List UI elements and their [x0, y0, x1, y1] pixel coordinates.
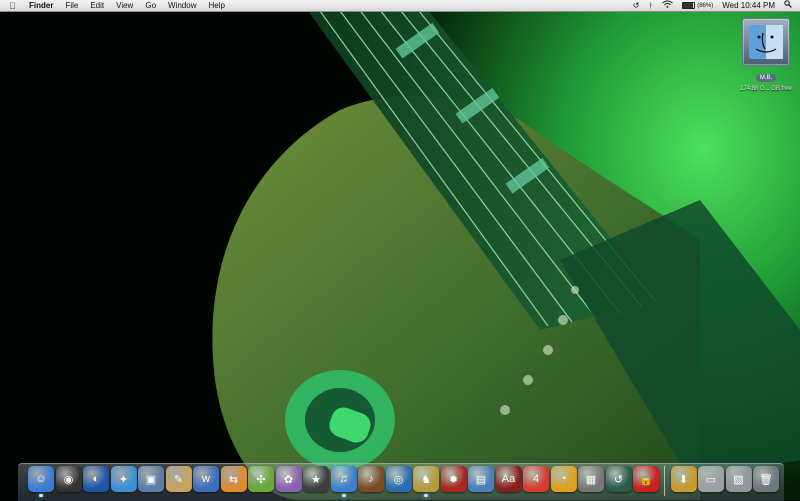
- dock-separator: [663, 466, 665, 496]
- dock-trash[interactable]: 🗑: [753, 466, 779, 492]
- calendar-icon: 4: [532, 473, 540, 485]
- menu-help[interactable]: Help: [208, 0, 224, 12]
- menu-clock[interactable]: Wed 10:44 PM: [722, 0, 775, 12]
- desktop-wallpaper: [0, 0, 800, 500]
- dock-utility[interactable]: ▦: [578, 466, 604, 492]
- bluetooth-icon[interactable]: ᛓ: [648, 0, 653, 12]
- dock-dashboard[interactable]: ◉: [55, 466, 82, 492]
- menu-view[interactable]: View: [116, 0, 133, 12]
- camera-icon: ◎: [393, 473, 404, 486]
- finder-icon: ☺: [35, 473, 47, 485]
- dock-timer[interactable]: ◔: [550, 466, 577, 492]
- apple-logo-icon[interactable]: : [9, 0, 19, 12]
- dock-ical[interactable]: 4: [523, 466, 549, 492]
- stopwatch-icon: ◔: [560, 473, 567, 485]
- dock-notes[interactable]: ✎: [165, 466, 192, 492]
- battery-icon[interactable]: (86%): [682, 0, 713, 12]
- browser-window-icon: ▤: [475, 473, 487, 486]
- battery-percent: (86%): [697, 2, 714, 9]
- dock-keychain[interactable]: 🔒: [633, 466, 659, 492]
- star-icon: ★: [311, 473, 321, 486]
- running-indicator: [424, 494, 428, 497]
- downloads-folder-icon: ⬇: [678, 473, 689, 486]
- w-app-icon: w: [202, 473, 210, 485]
- guitar-icon: ♪: [368, 473, 374, 485]
- dock-google-earth[interactable]: ◐: [83, 466, 109, 492]
- globe-icon: ◐: [92, 473, 100, 485]
- menu-edit[interactable]: Edit: [90, 0, 104, 12]
- dock-star-app[interactable]: ★: [303, 466, 329, 492]
- padlock-icon: 🔒: [639, 473, 653, 486]
- dock-web-app[interactable]: ▤: [468, 466, 494, 492]
- dock-dictionary[interactable]: Aa: [495, 466, 522, 492]
- dock-ftp[interactable]: ⇆: [220, 466, 247, 492]
- disk-free-space: 174.88 G... GB free: [739, 86, 793, 92]
- dictionary-icon: Aa: [501, 473, 516, 485]
- dock-garageband[interactable]: ♪: [358, 466, 384, 492]
- transmit-icon: ⇆: [228, 473, 239, 486]
- running-indicator: [341, 494, 346, 497]
- dock-pictures[interactable]: ▧: [725, 466, 752, 492]
- preview-icon: ▣: [145, 473, 157, 486]
- status-area: ↺ ᛓ (86%) Wed 10:44 PM: [624, 0, 800, 12]
- dock-tool[interactable]: ✿: [275, 466, 302, 492]
- time-machine-icon: ↺: [613, 473, 624, 486]
- game-icon: ✹: [448, 473, 459, 486]
- wifi-icon[interactable]: [662, 0, 674, 12]
- disk-name: M.B.: [755, 74, 777, 82]
- documents-folder-icon: ▭: [705, 473, 717, 486]
- dock-game[interactable]: ✹: [440, 466, 467, 492]
- menu-go[interactable]: Go: [145, 0, 156, 12]
- dock-itunes[interactable]: ♫: [330, 466, 357, 492]
- chess-board-icon: ♞: [421, 473, 431, 486]
- utility-icon: ▦: [585, 473, 597, 486]
- pictures-folder-icon: ▧: [733, 473, 744, 486]
- dock-downloads[interactable]: ⬇: [670, 466, 697, 492]
- notepad-icon: ✎: [173, 473, 184, 486]
- music-note-icon: ♫: [339, 473, 348, 485]
- desktop-disk-icon[interactable]: M.B. 174.88 G... GB free: [737, 18, 795, 92]
- compass-icon: ✦: [118, 473, 129, 486]
- menu-app-finder[interactable]: Finder: [29, 0, 53, 12]
- dock-finder[interactable]: ☺: [28, 466, 54, 492]
- dock-app-w[interactable]: w: [193, 466, 219, 492]
- dashboard-icon: ◉: [63, 473, 74, 486]
- time-machine-icon[interactable]: ↺: [633, 0, 640, 12]
- menu-bar:  Finder File Edit View Go Window Help ↺…: [0, 0, 800, 12]
- dock-documents[interactable]: ▭: [698, 466, 724, 492]
- dock-safari[interactable]: ✦: [110, 466, 137, 492]
- dock-chess[interactable]: ♞: [413, 466, 439, 492]
- dock-photo-booth[interactable]: ◎: [385, 466, 412, 492]
- network-icon: ✣: [256, 473, 266, 486]
- dock-network[interactable]: ✣: [248, 466, 274, 492]
- puzzle-icon: ✿: [283, 473, 294, 486]
- dock-time-machine[interactable]: ↺: [605, 466, 632, 492]
- spotlight-icon[interactable]: [784, 0, 792, 12]
- running-indicator: [39, 494, 43, 497]
- menu-window[interactable]: Window: [168, 0, 196, 12]
- trash-icon: 🗑: [759, 473, 773, 486]
- dock-preview[interactable]: ▣: [138, 466, 164, 492]
- menu-file[interactable]: File: [65, 0, 78, 12]
- hard-disk-icon[interactable]: [742, 18, 790, 66]
